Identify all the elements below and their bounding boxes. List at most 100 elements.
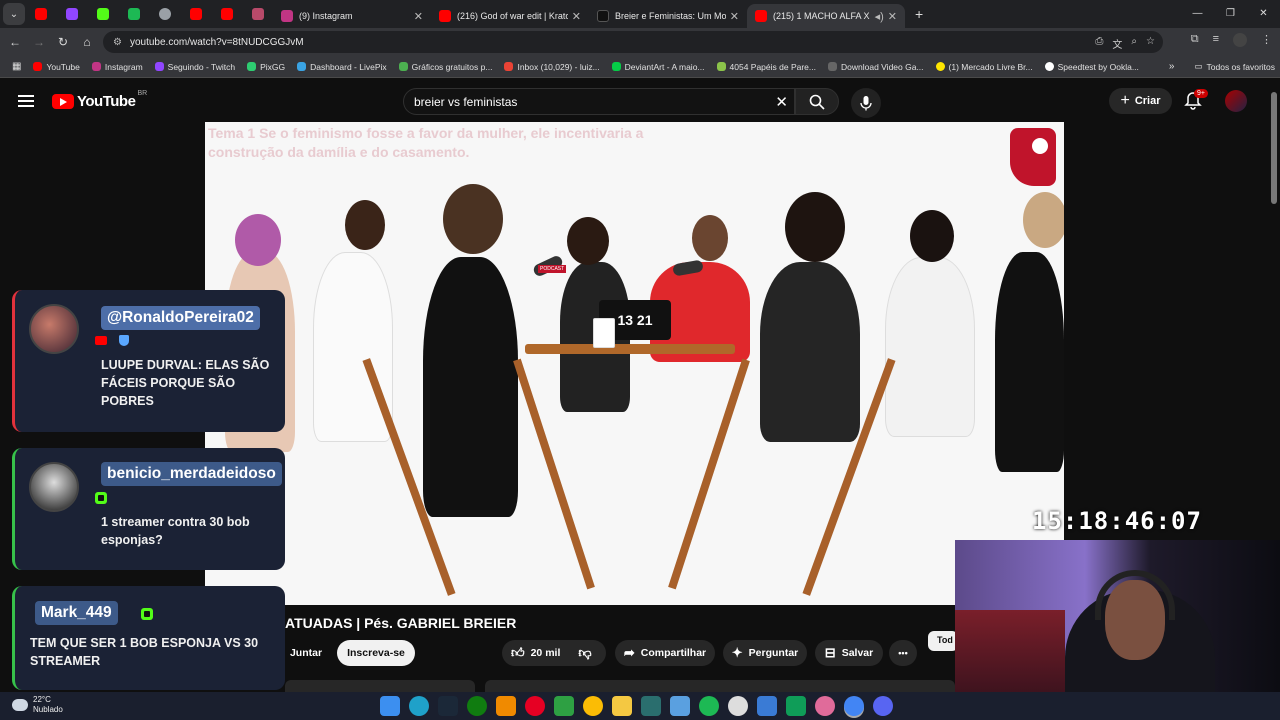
pinned-tab-youtube-2[interactable] (180, 0, 211, 28)
close-window-icon[interactable]: ✕ (1247, 0, 1280, 28)
forward-icon[interactable]: → (27, 35, 51, 49)
bookmark-item[interactable]: 4054 Papéis de Pare... (716, 62, 816, 72)
person-figure (760, 262, 860, 442)
ask-button[interactable]: ✦ Perguntar (723, 640, 807, 666)
folder-icon[interactable] (612, 696, 632, 716)
bookmarks-bar: ▦ YouTube Instagram Seguindo - Twitch Pi… (0, 56, 1280, 78)
voice-search-button[interactable] (851, 88, 881, 118)
pinned-tab-twitch[interactable] (56, 0, 87, 28)
pinterest-icon[interactable] (525, 696, 545, 716)
bookmark-item[interactable]: Instagram (91, 62, 143, 72)
github-icon[interactable] (728, 696, 748, 716)
share-button[interactable]: ➦ Compartilhar (615, 640, 715, 666)
tab-search-icon[interactable]: ⌄ (3, 3, 25, 25)
chevron-right-icon[interactable]: » (1169, 61, 1175, 72)
minimize-icon[interactable]: — (1181, 0, 1214, 28)
temperature: 22°C (33, 695, 51, 704)
pinned-tab-kick-2[interactable] (118, 0, 149, 28)
scrollbar-thumb[interactable] (1271, 92, 1277, 204)
youtube-logo[interactable]: YouTube BR (52, 90, 147, 110)
all-favorites[interactable]: ▭ Todos os favoritos (1194, 61, 1275, 72)
notepad-icon[interactable] (670, 696, 690, 716)
spotify-icon[interactable] (699, 696, 719, 716)
pinned-tab-youtube[interactable] (25, 0, 56, 28)
join-button[interactable]: Juntar (285, 640, 327, 666)
bookmark-icon (504, 62, 514, 71)
discord-icon[interactable] (873, 696, 893, 716)
new-tab-button[interactable]: + (915, 6, 923, 22)
pinned-tab-chrome[interactable] (149, 0, 180, 28)
bookmark-star-icon[interactable]: ☆ (1146, 36, 1155, 51)
more-actions-button[interactable]: ••• (889, 640, 917, 666)
weather-widget[interactable]: 22°C Nublado (12, 695, 63, 715)
chrome-icon[interactable] (583, 696, 603, 716)
translate-icon[interactable]: 文 (1112, 36, 1122, 51)
join-label: Juntar (289, 647, 323, 659)
extensions-icon[interactable]: ⧉ (1191, 33, 1199, 47)
menu-icon[interactable] (18, 95, 34, 110)
bookmark-item[interactable]: Dashboard - LivePix (297, 62, 387, 72)
address-bar[interactable]: ⚙ youtube.com/watch?v=8tNUDCGGJvM ⎙ 文 ⌕ … (103, 31, 1163, 53)
description-box[interactable] (285, 680, 475, 692)
bet-icon[interactable] (554, 696, 574, 716)
bookmark-item[interactable]: PixGG (247, 62, 285, 72)
profile-icon[interactable] (1233, 33, 1247, 47)
windows-start-icon[interactable] (380, 696, 400, 716)
photos-icon[interactable] (815, 696, 835, 716)
bookmark-item[interactable]: DeviantArt - A maio... (611, 62, 705, 72)
tab-macho-alfa[interactable]: (215) 1 MACHO ALFA X 25 | ◂) ✕ (747, 4, 905, 28)
install-icon[interactable]: ⎙ (1095, 36, 1103, 51)
bookmark-item[interactable]: (1) Mercado Livre Br... (935, 61, 1033, 72)
like-icon[interactable]: 👍︎ (511, 645, 525, 661)
clear-icon[interactable]: ✕ (775, 93, 788, 111)
subscribe-button[interactable]: Inscreva-se (337, 640, 415, 666)
back-icon[interactable]: ← (3, 35, 27, 49)
bookmark-item[interactable]: Gráficos gratuitos p... (398, 62, 492, 72)
home-icon[interactable]: ⌂ (75, 35, 99, 49)
tab-instagram[interactable]: (9) Instagram ✕ (273, 4, 431, 28)
bookmark-item[interactable]: Seguindo - Twitch (154, 62, 235, 72)
close-icon[interactable]: ✕ (730, 10, 739, 23)
app-icon[interactable] (786, 696, 806, 716)
bookmark-label: (1) Mercado Livre Br... (948, 61, 1033, 72)
chrome-icon[interactable] (844, 696, 864, 716)
bookmark-item[interactable]: Speedtest by Ookla... (1044, 62, 1139, 72)
search-input[interactable]: breier vs feministas ✕ (403, 88, 795, 115)
close-icon[interactable]: ✕ (888, 10, 897, 23)
app-icon[interactable] (641, 696, 661, 716)
speaker-icon[interactable]: ◂) (875, 10, 884, 23)
pinned-tab-kick[interactable] (87, 0, 118, 28)
description-box[interactable] (485, 680, 955, 692)
site-info-icon[interactable]: ⚙ (113, 37, 122, 48)
subscribe-label: Inscreva-se (347, 647, 405, 659)
pinned-tab-generic[interactable] (242, 0, 273, 28)
vlc-icon[interactable] (496, 696, 516, 716)
search-button[interactable] (795, 88, 839, 115)
video-player[interactable]: Tema 1 Se o feminismo fosse a favor da m… (205, 122, 1064, 605)
display-icon[interactable] (757, 696, 777, 716)
create-button[interactable]: + Criar (1109, 88, 1172, 114)
sparkle-icon: ✦ (731, 645, 743, 660)
close-icon[interactable]: ✕ (572, 10, 581, 23)
reload-icon[interactable]: ↻ (51, 35, 75, 49)
menu-icon[interactable]: ⋮ (1261, 33, 1272, 47)
xbox-icon[interactable] (467, 696, 487, 716)
bookmark-item[interactable]: YouTube (33, 62, 80, 72)
steam-icon[interactable] (438, 696, 458, 716)
avatar[interactable] (1225, 90, 1247, 112)
pinned-tab-youtube-3[interactable] (211, 0, 242, 28)
apps-grid-icon[interactable]: ▦ (12, 61, 21, 72)
zoom-icon[interactable]: ⌕ (1131, 36, 1137, 51)
tab-breier-feministas[interactable]: Breier e Feministas: Um Momen ✕ (589, 4, 747, 28)
like-count[interactable]: 20 mil (531, 647, 561, 659)
restore-icon[interactable]: ❐ (1214, 0, 1247, 28)
bookmark-item[interactable]: Inbox (10,029) - luiz... (504, 62, 600, 72)
edge-icon[interactable] (409, 696, 429, 716)
dislike-icon[interactable]: 👎︎ (578, 645, 591, 661)
filter-chip-all[interactable]: Tod (928, 631, 958, 651)
save-button[interactable]: ⊟ Salvar (815, 640, 883, 666)
close-icon[interactable]: ✕ (414, 10, 423, 23)
tab-god-of-war[interactable]: (216) God of war edit | Kratos v ✕ (431, 4, 589, 28)
bookmark-item[interactable]: Download Video Ga... (828, 62, 924, 72)
media-icon[interactable]: ≡ (1213, 33, 1219, 47)
